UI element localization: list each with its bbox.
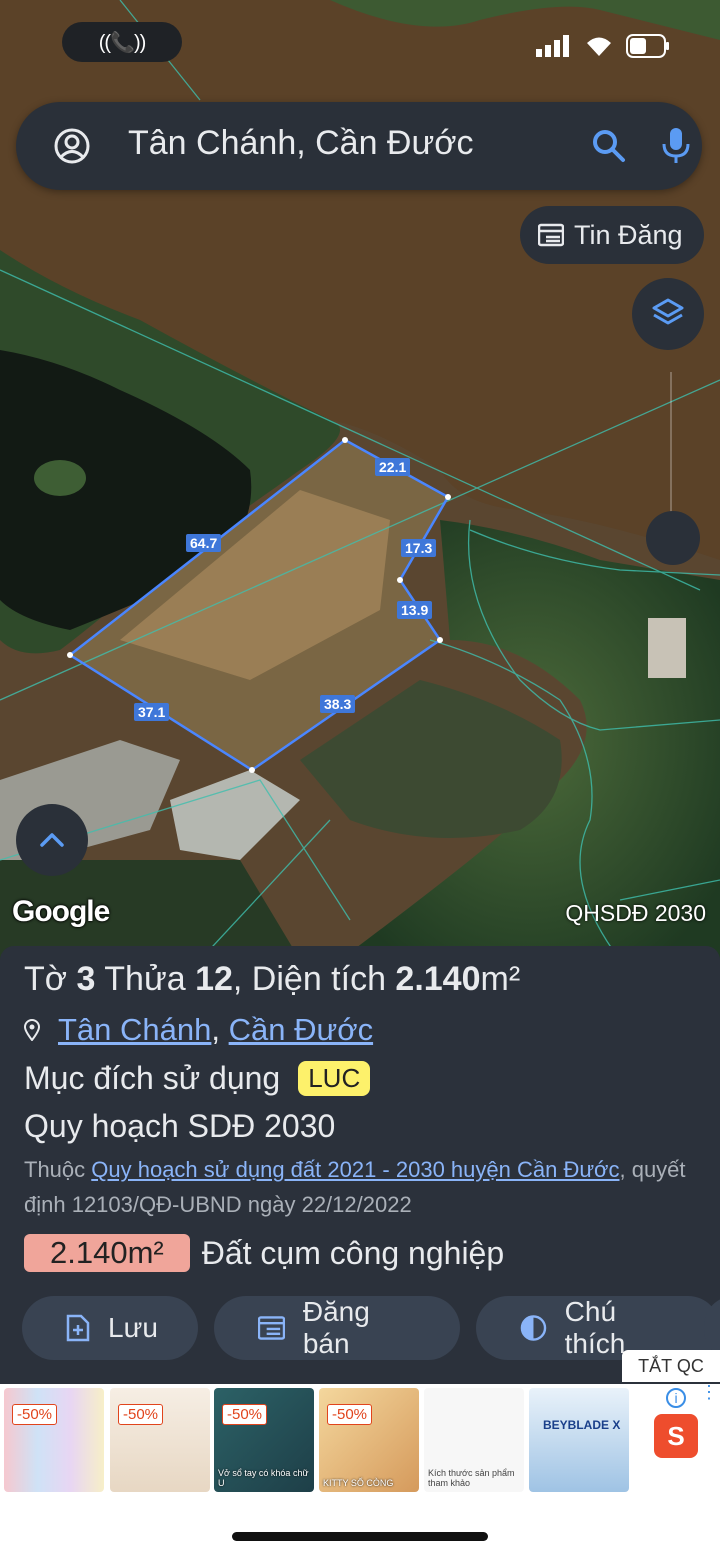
edge-length-label: 37.1 bbox=[134, 703, 170, 721]
listings-button[interactable]: Tin Đăng bbox=[520, 206, 704, 264]
layers-icon bbox=[652, 298, 684, 325]
purpose-label: Mục đích sử dụng bbox=[24, 1060, 281, 1096]
land-use-code-badge: LUC bbox=[298, 1061, 371, 1096]
zoning-area-chip: 2.140m² bbox=[24, 1234, 190, 1272]
discount-badge: -50% bbox=[118, 1404, 164, 1425]
parcel-title: Tờ 3 Thửa 12, Diện tích 2.140m² bbox=[24, 960, 521, 998]
cellular-signal-icon bbox=[536, 35, 569, 57]
district-link[interactable]: Cần Đước bbox=[229, 1012, 373, 1047]
search-input[interactable]: Tân Chánh, Cần Đước bbox=[128, 124, 474, 163]
home-bar bbox=[0, 1496, 720, 1559]
battery-icon bbox=[626, 34, 669, 58]
search-bar[interactable]: Tân Chánh, Cần Đước bbox=[16, 102, 702, 190]
plan-heading: Quy hoạch SDĐ 2030 bbox=[24, 1108, 336, 1144]
post-for-sale-button[interactable]: Đăng bán bbox=[213, 1296, 460, 1360]
edge-length-label: 22.1 bbox=[375, 458, 411, 476]
plan-source: Thuộc Quy hoạch sử dụng đất 2021 - 2030 … bbox=[24, 1157, 686, 1217]
parcel-info-panel: Tờ 3 Thửa 12, Diện tích 2.140m² Tân Chán… bbox=[0, 946, 720, 1386]
discount-badge: -50% bbox=[327, 1404, 373, 1425]
opacity-slider-track[interactable] bbox=[670, 372, 672, 532]
chevron-up-icon bbox=[40, 833, 64, 847]
add-document-icon bbox=[66, 1314, 90, 1342]
calendar-list-icon bbox=[538, 223, 564, 247]
map-layer-label: QHSDĐ 2030 bbox=[565, 900, 706, 926]
ad-info-icon[interactable]: i bbox=[666, 1388, 686, 1408]
ad-caption: BEYBLADE X bbox=[543, 1418, 621, 1432]
search-icon[interactable] bbox=[591, 128, 627, 164]
account-icon[interactable] bbox=[54, 128, 90, 164]
action-bar: Lưu Đăng bán Chú thích bbox=[22, 1296, 720, 1360]
call-icon: ((📞)) bbox=[98, 31, 147, 54]
discount-badge: -50% bbox=[222, 1404, 268, 1425]
ad-product[interactable]: -50% Vở sổ tay có khóa chữ U bbox=[214, 1388, 314, 1492]
parcel-location: Tân Chánh, Cần Đước bbox=[24, 1012, 373, 1048]
edge-length-label: 17.3 bbox=[401, 539, 437, 557]
land-use-purpose: Mục đích sử dụng LUC bbox=[24, 1060, 371, 1097]
zoning-area-row: 2.140m² Đất cụm công nghiệp bbox=[24, 1234, 504, 1272]
location-pin-icon bbox=[24, 1019, 40, 1041]
ad-product[interactable]: -50% bbox=[4, 1388, 104, 1492]
opacity-slider-handle[interactable] bbox=[646, 511, 700, 565]
edge-length-label: 13.9 bbox=[397, 601, 433, 619]
edge-length-label: 38.3 bbox=[320, 695, 356, 713]
ad-caption: Kích thước sản phẩm tham khảo bbox=[428, 1468, 515, 1488]
status-bar: ((📞)) bbox=[0, 0, 720, 90]
discount-badge: -50% bbox=[12, 1404, 58, 1425]
ad-menu-icon[interactable]: ⋮ bbox=[700, 1383, 718, 1401]
satellite-map[interactable]: 22.1 17.3 13.9 38.3 37.1 64.7 ((📞)) Tân … bbox=[0, 0, 720, 960]
calendar-list-icon bbox=[257, 1316, 285, 1340]
plan-source-link[interactable]: Quy hoạch sử dụng đất 2021 - 2030 huyện … bbox=[91, 1157, 619, 1182]
microphone-icon[interactable] bbox=[661, 126, 691, 166]
ad-product[interactable]: Kích thước sản phẩm tham khảo bbox=[424, 1388, 524, 1492]
contrast-icon bbox=[520, 1315, 546, 1341]
ongoing-call-pill[interactable]: ((📞)) bbox=[62, 22, 182, 62]
save-button[interactable]: Lưu bbox=[22, 1296, 198, 1360]
ad-product[interactable]: -50% KITTY SỔ CÒNG bbox=[319, 1388, 419, 1492]
google-logo: Google bbox=[12, 895, 110, 928]
commune-link[interactable]: Tân Chánh bbox=[58, 1012, 211, 1047]
ad-caption: KITTY SỔ CÒNG bbox=[323, 1478, 394, 1488]
wifi-icon bbox=[587, 37, 611, 56]
expand-panel-button[interactable] bbox=[16, 804, 88, 876]
zoning-type-label: Đất cụm công nghiệp bbox=[201, 1234, 505, 1271]
shopee-logo[interactable]: S bbox=[654, 1414, 698, 1458]
listings-label: Tin Đăng bbox=[574, 219, 683, 250]
home-indicator[interactable] bbox=[232, 1532, 488, 1541]
close-ad-button[interactable]: TẮT QC bbox=[622, 1350, 720, 1382]
ad-banner[interactable]: TẮT QC -50% -50% -50% Vở sổ tay có khóa … bbox=[0, 1350, 720, 1496]
layers-button[interactable] bbox=[632, 278, 704, 350]
edge-length-label: 64.7 bbox=[186, 534, 222, 552]
ad-caption: Vở sổ tay có khóa chữ U bbox=[218, 1468, 309, 1488]
ad-product[interactable]: -50% bbox=[110, 1388, 210, 1492]
ad-product[interactable]: BEYBLADE X bbox=[529, 1388, 629, 1492]
